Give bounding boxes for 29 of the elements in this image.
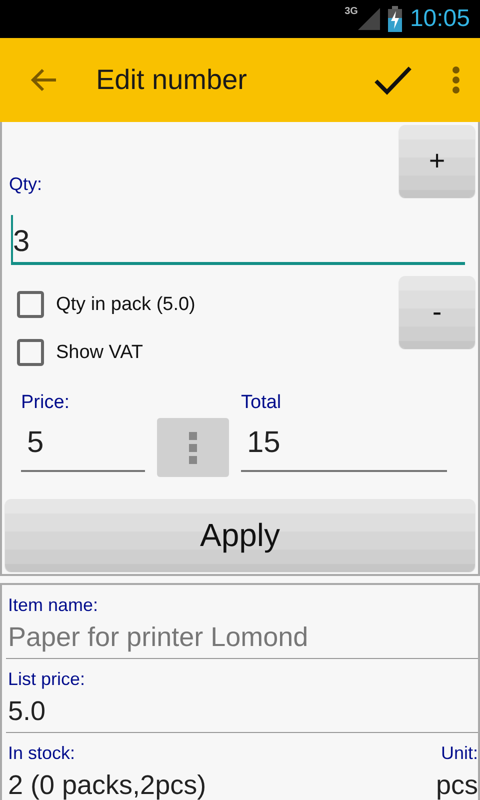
detail-value: pcs [436,770,478,800]
signal-icon [358,8,380,30]
detail-value: 2 (0 packs,2pcs) [8,770,206,800]
detail-value: 5.0 [8,696,46,727]
checkbox-label: Qty in pack (5.0) [56,294,196,316]
detail-label: List price: [8,669,86,690]
more-vertical-icon[interactable] [452,66,460,94]
screen-title: Edit number [96,64,248,96]
increment-button[interactable]: + [399,125,475,197]
detail-label: In stock: [8,743,76,764]
detail-label: Unit: [440,743,478,764]
network-type: 3G [344,6,358,17]
price-input[interactable]: 5 [21,422,145,472]
field-label: Total [241,392,282,414]
checkbox[interactable] [17,339,44,366]
menu-button[interactable] [157,418,229,477]
field-label: Price: [21,392,71,414]
quantity-input[interactable]: 3 [11,215,465,265]
detail-value: Paper for printer Lomond [8,622,308,653]
checkbox-label: Show VAT [56,342,143,364]
checkbox[interactable] [17,291,44,318]
battery-charging-icon [388,6,402,32]
detail-label: Item name: [8,595,98,616]
total-input[interactable]: 15 [241,422,447,472]
field-label: Qty: [9,174,44,195]
clock-time: 10:05 [410,5,470,33]
decrement-button[interactable]: - [399,276,475,348]
more-vertical-icon[interactable] [189,432,197,464]
apply-button[interactable]: Apply [5,499,475,571]
